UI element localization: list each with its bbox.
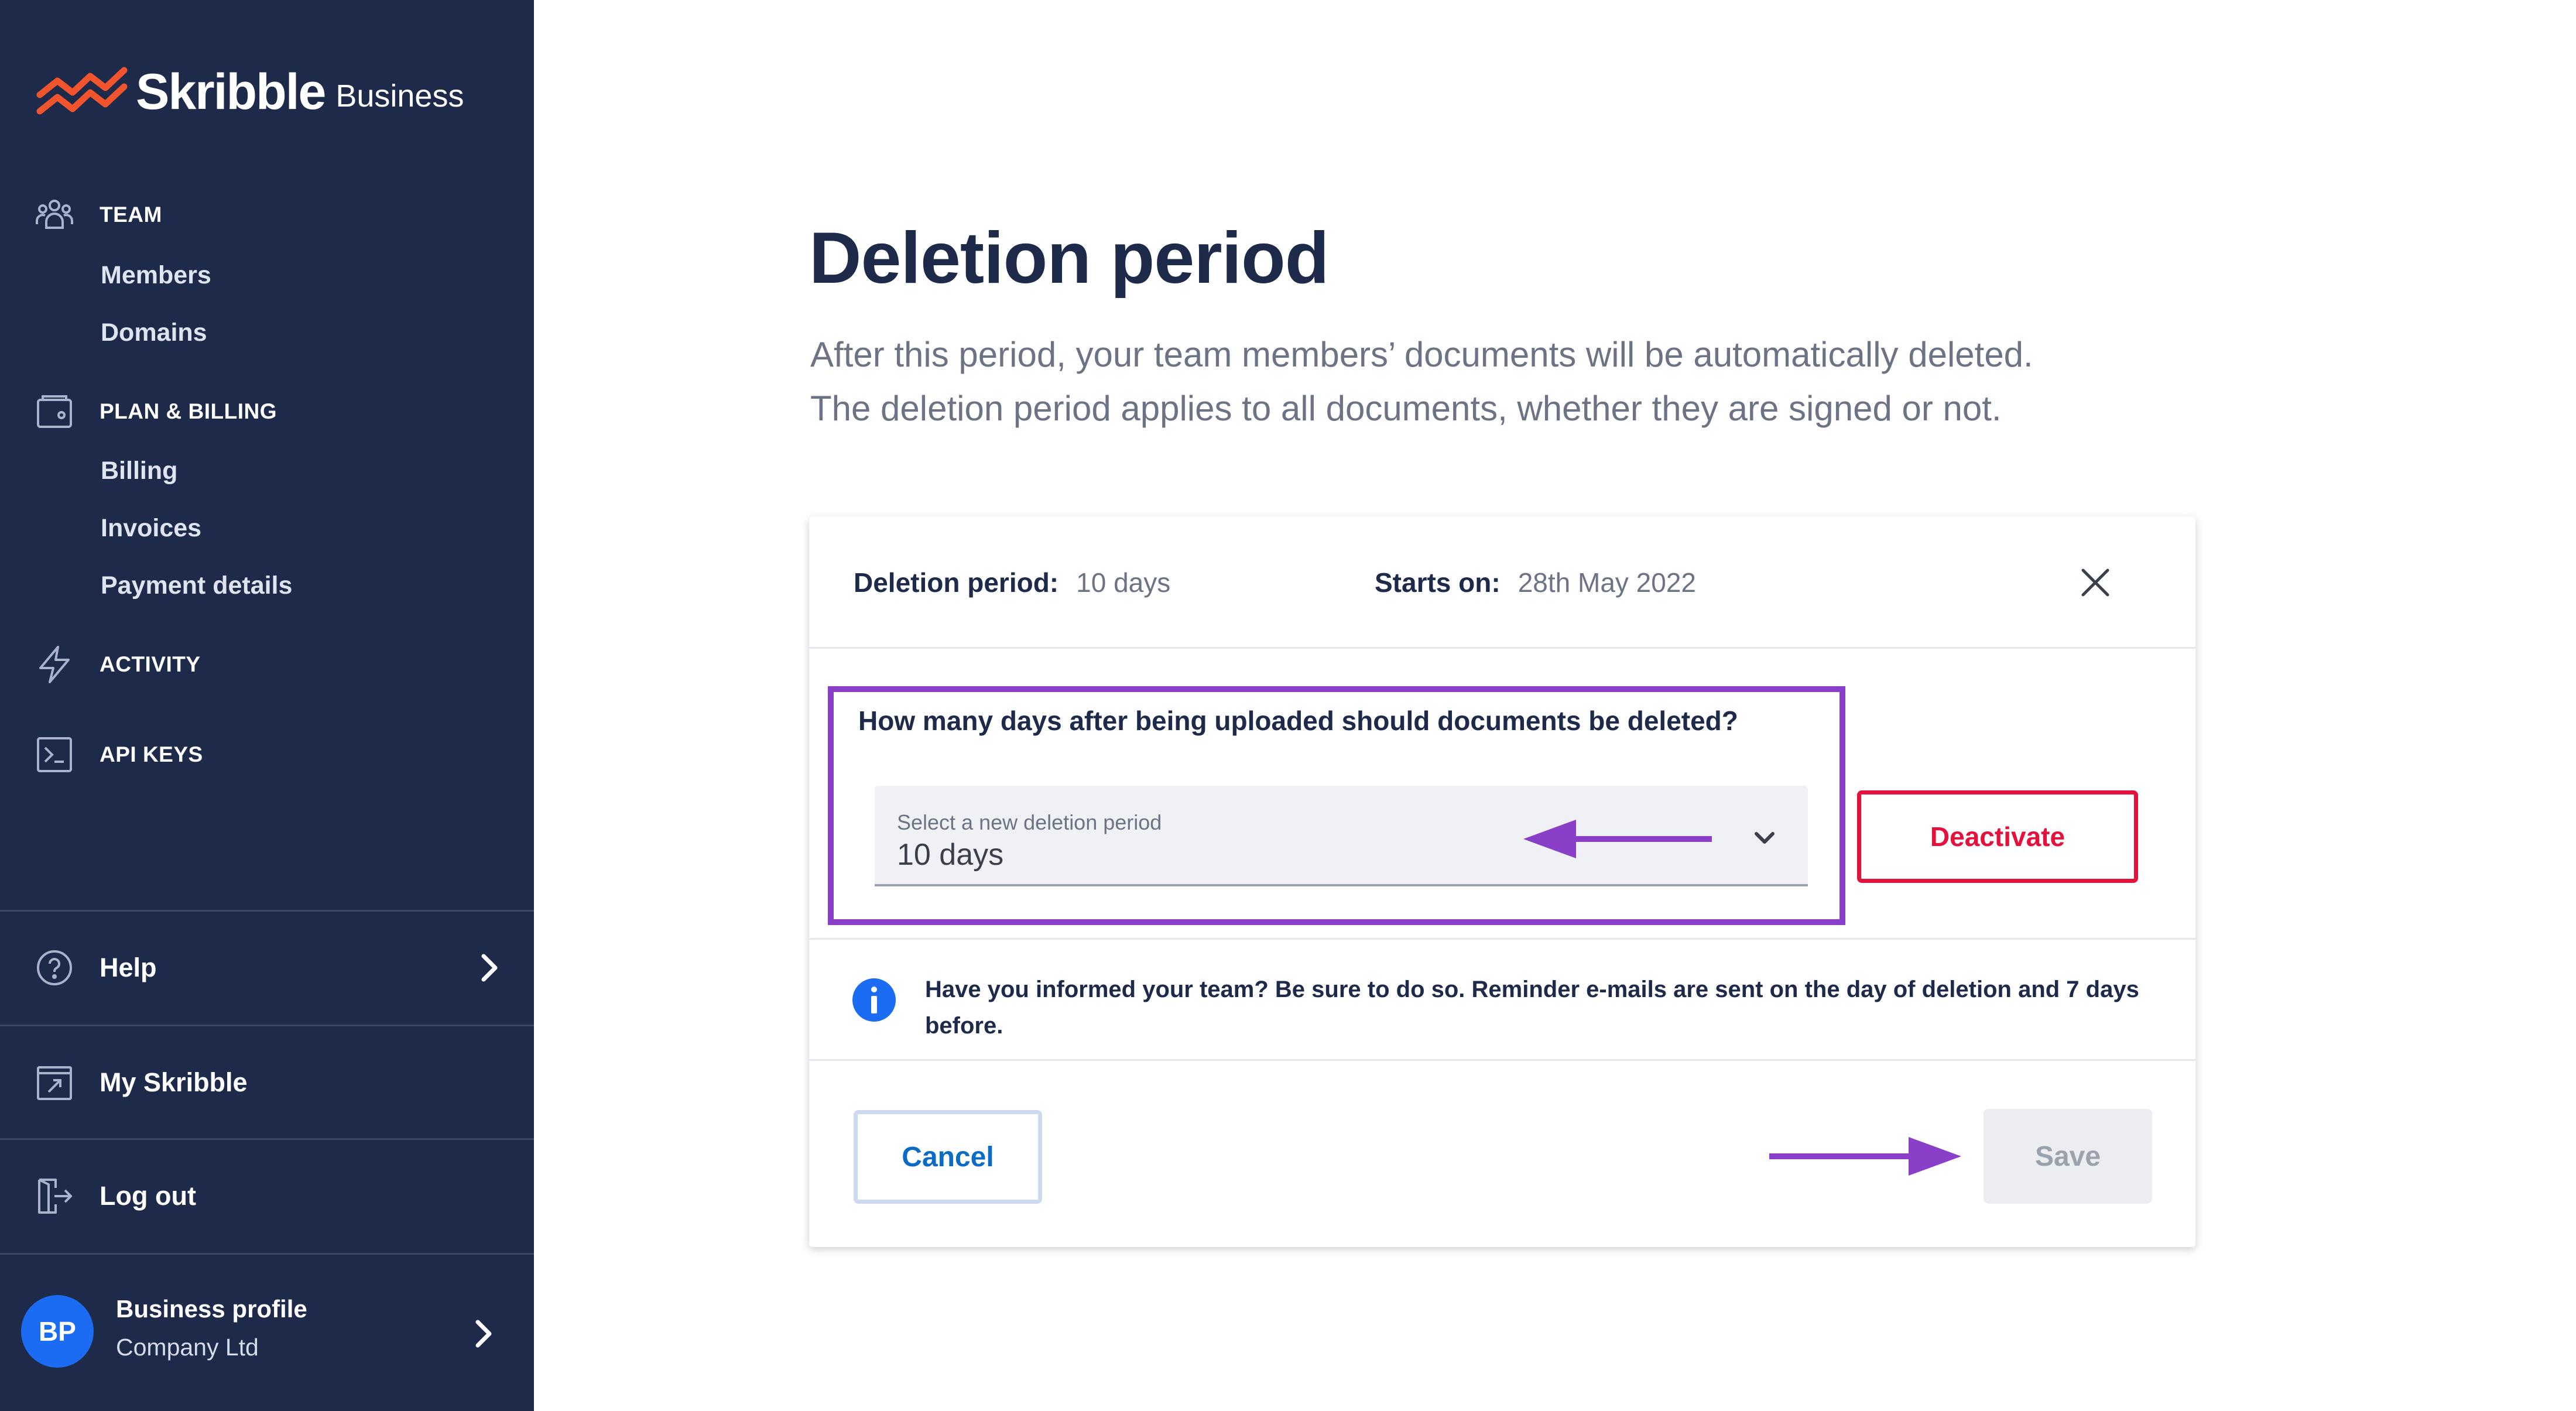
nav-section-plan-billing[interactable]: PLAN & BILLING (33, 390, 277, 433)
sidebar-item-my-skribble[interactable]: My Skribble (33, 1061, 501, 1104)
nav-section-api-keys[interactable]: API KEYS (33, 733, 203, 776)
page-description: After this period, your team members’ do… (810, 328, 2391, 436)
sidebar-item-invoices[interactable]: Invoices (101, 514, 201, 543)
help-label: Help (100, 953, 157, 982)
nav-heading-activity: ACTIVITY (100, 652, 201, 676)
sidebar-item-billing[interactable]: Billing (101, 457, 177, 485)
sidebar-item-domains[interactable]: Domains (101, 318, 207, 347)
annotation-arrow-right-icon (1769, 1137, 1961, 1176)
highlight-box: How many days after being uploaded shoul… (828, 686, 1845, 925)
sidebar-divider (0, 1253, 534, 1255)
wallet-icon (33, 390, 76, 433)
external-link-icon (33, 1061, 76, 1104)
chevron-right-icon (475, 1320, 492, 1348)
close-icon[interactable] (2077, 564, 2113, 601)
select-value: 10 days (897, 838, 1004, 872)
brand-name: Skribble (136, 64, 326, 120)
terminal-icon (33, 733, 76, 776)
nav-section-activity[interactable]: ACTIVITY (33, 643, 201, 686)
logout-icon (33, 1174, 76, 1218)
profile-company: Company Ltd (116, 1334, 259, 1361)
my-skribble-label: My Skribble (100, 1067, 248, 1097)
current-period-value: 10 days (1076, 567, 1171, 598)
brand-logo[interactable]: Skribble Business (36, 63, 464, 121)
nav-heading-plan-billing: PLAN & BILLING (100, 399, 277, 423)
description-line: The deletion period applies to all docum… (810, 389, 2002, 428)
select-label: Select a new deletion period (897, 810, 1162, 834)
current-period-label: Deletion period: (854, 567, 1059, 598)
annotation-arrow-left-icon (1523, 820, 1712, 858)
nav-heading-team: TEAM (100, 203, 162, 227)
start-date: Starts on: 28th May 2022 (1375, 567, 1696, 598)
sidebar-item-members[interactable]: Members (101, 261, 211, 290)
sidebar: Skribble Business TEAM Members Domains P… (0, 0, 534, 1411)
page-title: Deletion period (809, 218, 1330, 299)
brand-suffix: Business (335, 78, 464, 114)
help-circle-icon (33, 946, 76, 989)
sidebar-divider (0, 1025, 534, 1026)
info-notice: Have you informed your team? Be sure to … (809, 938, 2195, 1061)
start-date-label: Starts on: (1375, 567, 1501, 598)
sidebar-item-help[interactable]: Help (33, 946, 501, 989)
start-date-value: 28th May 2022 (1517, 567, 1697, 598)
current-period: Deletion period: 10 days (854, 567, 1170, 598)
sidebar-divider (0, 910, 534, 912)
sidebar-item-logout[interactable]: Log out (33, 1174, 501, 1218)
skribble-logo-icon (36, 67, 128, 114)
sidebar-item-payment-details[interactable]: Payment details (101, 571, 292, 600)
info-icon (852, 978, 896, 1022)
chevron-right-icon (481, 954, 498, 982)
deactivate-button[interactable]: Deactivate (1857, 790, 2138, 883)
chevron-down-icon (1755, 832, 1775, 844)
question-text: How many days after being uploaded shoul… (858, 706, 1738, 736)
info-text: Have you informed your team? Be sure to … (925, 977, 2139, 1039)
logout-label: Log out (100, 1181, 196, 1211)
deletion-period-card: Deletion period: 10 days Starts on: 28th M… (809, 516, 2195, 1247)
nav-section-team[interactable]: TEAM (33, 193, 162, 237)
card-header: Deletion period: 10 days Starts on: 28th M… (809, 516, 2195, 649)
profile-name: Business profile (116, 1295, 307, 1323)
nav-heading-api-keys: API KEYS (100, 742, 203, 766)
save-button[interactable]: Save (1984, 1109, 2152, 1204)
avatar: BP (21, 1295, 94, 1368)
team-icon (33, 193, 76, 237)
cancel-button[interactable]: Cancel (854, 1110, 1042, 1204)
lightning-icon (33, 643, 76, 686)
sidebar-divider (0, 1138, 534, 1140)
description-line: After this period, your team members’ do… (810, 335, 2033, 374)
